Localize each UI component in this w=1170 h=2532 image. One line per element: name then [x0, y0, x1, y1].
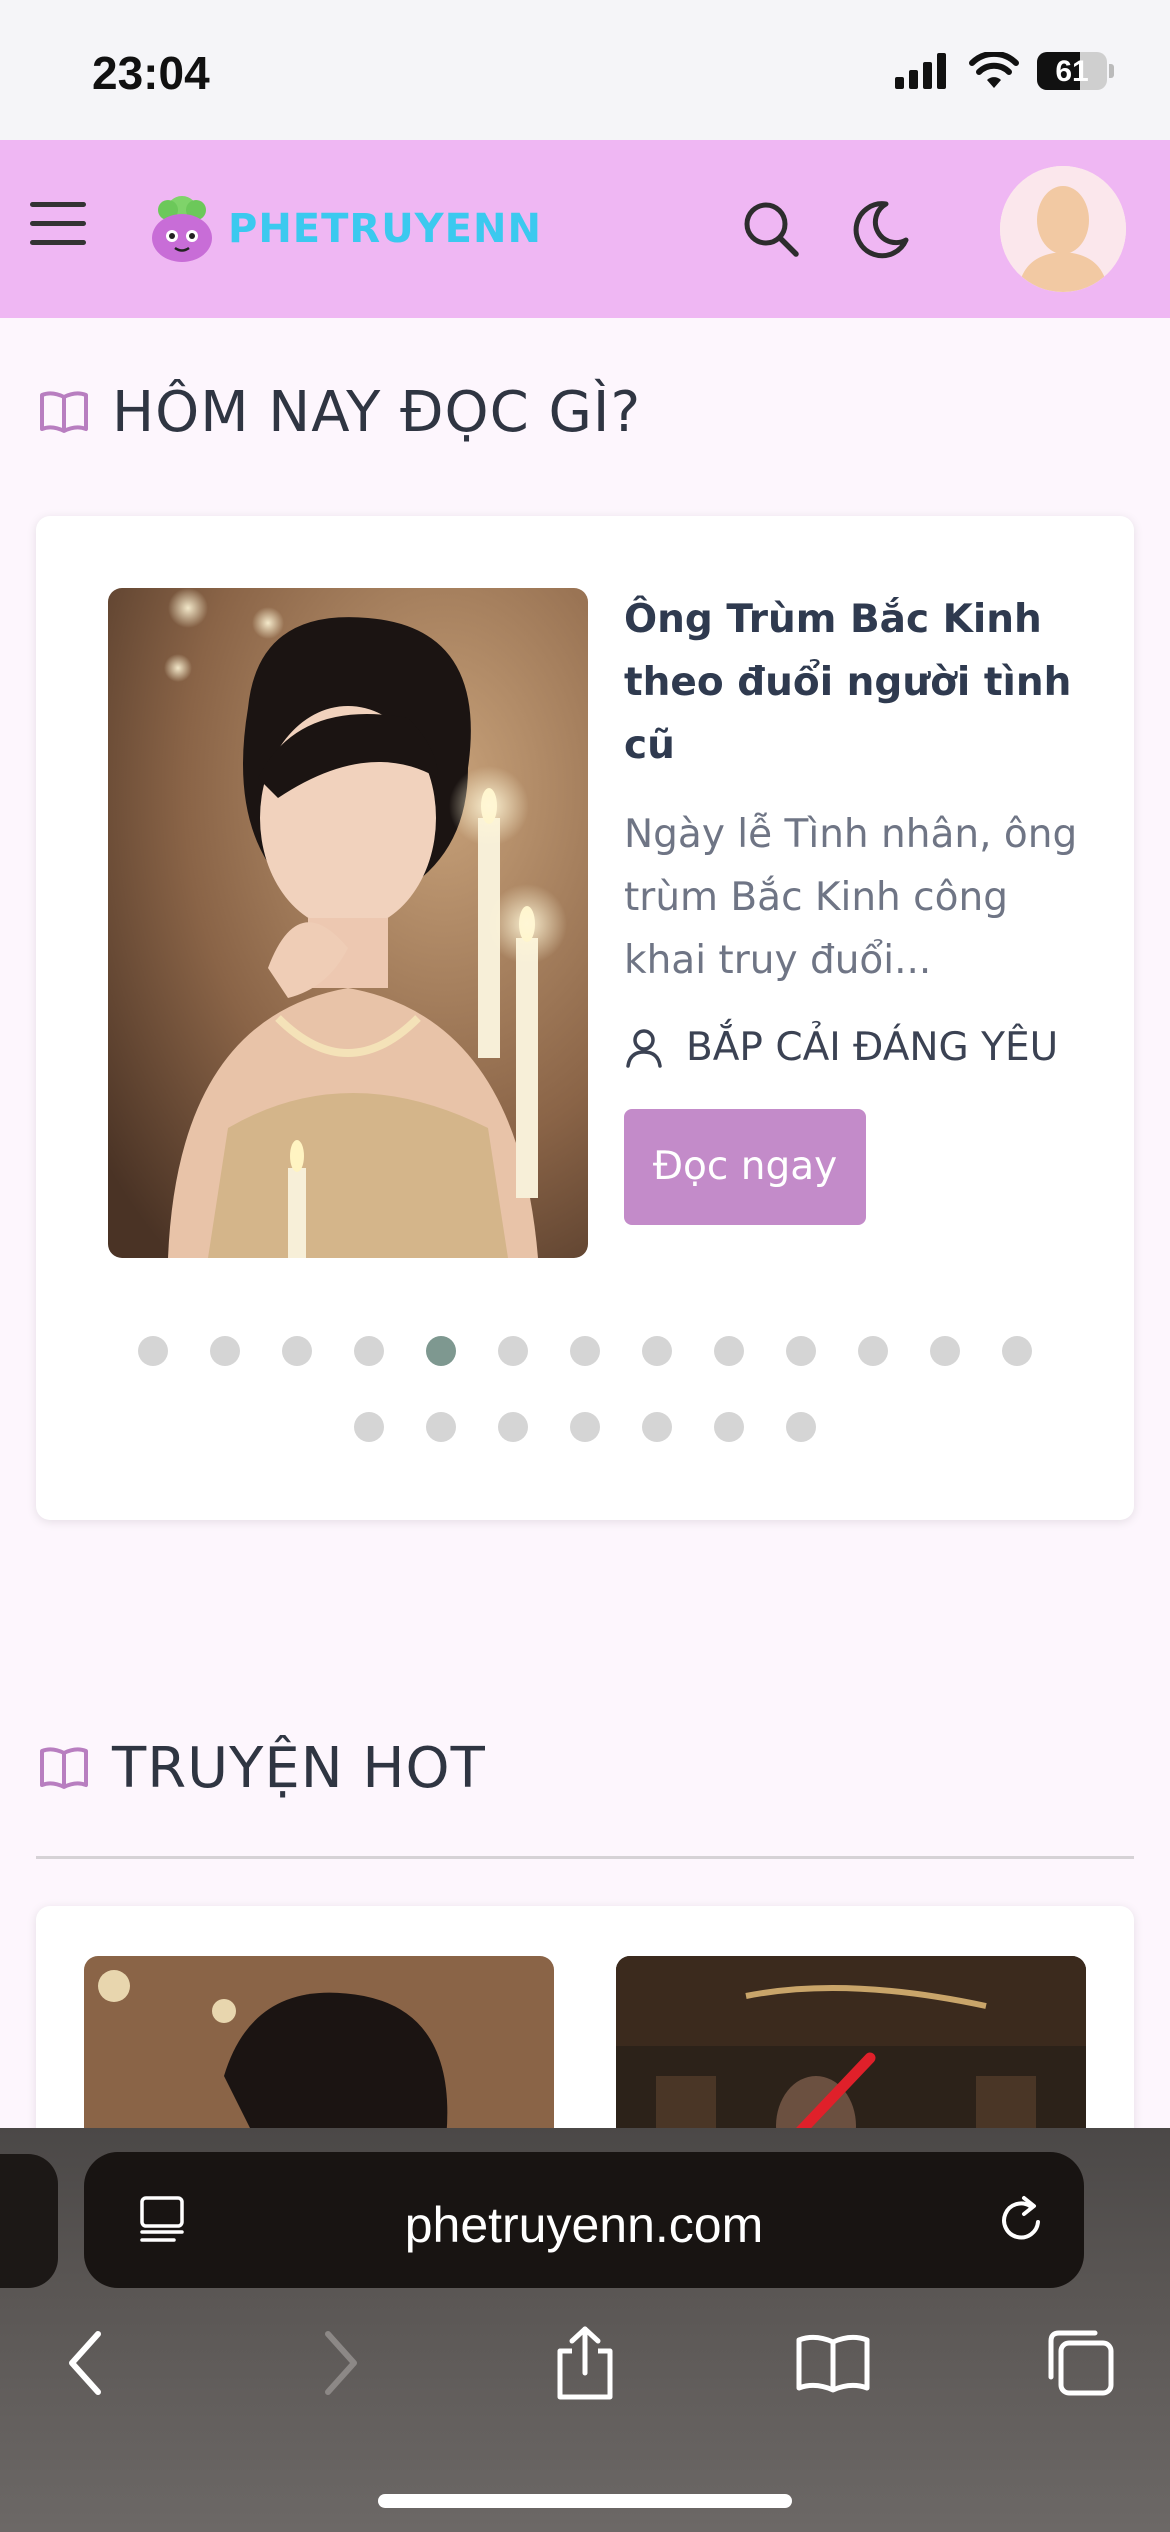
slider-dot[interactable] [714, 1412, 744, 1442]
story-cover-image[interactable] [108, 588, 588, 1258]
hamburger-icon[interactable] [30, 202, 86, 246]
site-logo[interactable]: PHETRUYENN [142, 192, 542, 266]
featured-story-card: Ông Trùm Bắc Kinh theo đuổi người tình c… [36, 516, 1134, 1520]
slider-pagination [36, 1336, 1134, 1488]
user-avatar[interactable] [1000, 166, 1126, 292]
browser-toolbar: phetruyenn.com [0, 2128, 1170, 2532]
slider-dot[interactable] [858, 1336, 888, 1366]
slider-dot[interactable] [786, 1336, 816, 1366]
user-icon [626, 1029, 662, 1068]
slider-dots-row [36, 1412, 1134, 1442]
mascot-icon [152, 196, 212, 262]
address-bar[interactable]: phetruyenn.com [84, 2152, 1084, 2288]
moon-icon [853, 201, 909, 259]
logo-text: PHETRUYENN [228, 206, 542, 252]
status-time: 23:04 [92, 47, 210, 99]
slider-dot[interactable] [786, 1412, 816, 1442]
signal-icon [895, 53, 946, 89]
slider-dot[interactable] [138, 1336, 168, 1366]
bookmarks-button[interactable] [788, 2318, 878, 2408]
slider-dot[interactable] [498, 1336, 528, 1366]
share-button[interactable] [540, 2318, 630, 2408]
read-now-button[interactable]: Đọc ngay [624, 1109, 866, 1225]
site-header: PHETRUYENN [0, 140, 1170, 318]
avatar-silhouette-icon [1000, 166, 1126, 292]
status-bar: 23:04 61 [0, 0, 1170, 140]
theme-toggle-button[interactable] [846, 196, 912, 262]
story-author: BẮP CẢI ĐÁNG YÊU [624, 1016, 1094, 1079]
previous-tab-peek[interactable] [0, 2154, 58, 2288]
url-text: phetruyenn.com [404, 2197, 764, 2253]
battery-indicator: 61 [1037, 52, 1107, 90]
home-indicator[interactable] [378, 2494, 792, 2508]
slider-dot[interactable] [642, 1336, 672, 1366]
status-icons: 61 [895, 52, 1114, 90]
slider-dots-row [36, 1336, 1134, 1366]
back-button[interactable] [42, 2318, 132, 2408]
featured-heading-text: HÔM NAY ĐỌC GÌ? [112, 380, 642, 445]
battery-cap [1109, 64, 1114, 78]
forward-button[interactable] [294, 2318, 384, 2408]
slider-dot[interactable] [1002, 1336, 1032, 1366]
slider-dot[interactable] [930, 1336, 960, 1366]
tabs-icon [1048, 2330, 1114, 2396]
book-open-icon [796, 2334, 870, 2393]
book-icon [40, 1746, 88, 1789]
slider-dot[interactable] [570, 1412, 600, 1442]
slider-dot[interactable] [642, 1412, 672, 1442]
book-icon [40, 390, 88, 433]
hot-heading-text: TRUYỆN HOT [112, 1736, 486, 1801]
author-name: BẮP CẢI ĐÁNG YÊU [686, 1025, 1059, 1070]
reload-icon[interactable] [994, 2192, 1050, 2248]
section-divider [36, 1856, 1134, 1859]
hot-section-heading: TRUYỆN HOT [38, 1736, 486, 1801]
slider-dot-active[interactable] [426, 1336, 456, 1366]
slider-dot[interactable] [210, 1336, 240, 1366]
story-info: Ông Trùm Bắc Kinh theo đuổi người tình c… [624, 588, 1094, 1225]
slider-dot[interactable] [282, 1336, 312, 1366]
chevron-right-icon [325, 2331, 357, 2395]
slider-dot[interactable] [570, 1336, 600, 1366]
story-title[interactable]: Ông Trùm Bắc Kinh theo đuổi người tình c… [624, 588, 1094, 777]
wifi-icon [969, 52, 1019, 88]
story-description: Ngày lễ Tình nhân, ông trùm Bắc Kinh côn… [624, 812, 1078, 983]
featured-section-heading: HÔM NAY ĐỌC GÌ? [38, 380, 641, 445]
share-icon [557, 2326, 613, 2400]
slider-dot[interactable] [354, 1336, 384, 1366]
slider-dot[interactable] [426, 1412, 456, 1442]
chevron-left-icon [69, 2331, 101, 2395]
search-button[interactable] [738, 196, 804, 262]
cover-illustration [108, 588, 588, 1258]
battery-level: 61 [1055, 55, 1089, 88]
tabs-button[interactable] [1036, 2318, 1126, 2408]
slider-dot[interactable] [498, 1412, 528, 1442]
search-icon [744, 202, 799, 257]
slider-dot[interactable] [714, 1336, 744, 1366]
slider-dot[interactable] [354, 1412, 384, 1442]
